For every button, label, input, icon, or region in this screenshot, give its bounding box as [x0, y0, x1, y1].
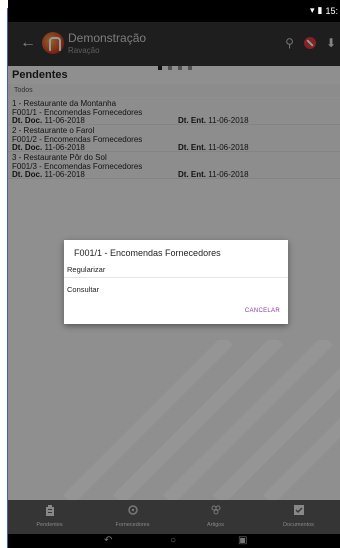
battery-icon: ▮ — [317, 5, 323, 15]
option-regularizar[interactable]: Regularizar — [67, 265, 105, 274]
cancel-button[interactable]: CANCELAR — [245, 308, 280, 314]
option-consultar[interactable]: Consultar — [67, 285, 99, 294]
nav-label: Fornecedores — [115, 522, 150, 528]
wifi-icon: ▾ — [310, 5, 315, 15]
dialog-title: F001/1 - Encomendas Fornecedores — [74, 248, 221, 258]
action-dialog: F001/1 - Encomendas Fornecedores Regular… — [64, 240, 288, 324]
nav-label: Documentos — [283, 522, 314, 528]
system-home-icon[interactable]: ○ — [170, 535, 176, 546]
nav-artigos[interactable]: Artigos — [174, 500, 257, 534]
boxes-icon — [211, 505, 220, 515]
system-back-icon[interactable]: ↶ — [104, 535, 112, 546]
system-navigation-bar: ↶ ○ ▣ — [8, 534, 340, 548]
status-time: 15: — [325, 5, 338, 16]
app-frame: ▾ ▮ 15: ← Demonstração Ravação ⚲ ⬇ Pende… — [8, 0, 340, 548]
status-bar: ▾ ▮ 15: — [8, 0, 340, 22]
system-recents-icon[interactable]: ▣ — [238, 535, 247, 546]
bottom-navigation: Pendentes Fornecedores Artigos Documento… — [8, 500, 340, 534]
left-edge — [0, 0, 8, 548]
check-doc-icon — [293, 505, 304, 515]
nav-label: Artigos — [206, 522, 225, 528]
nav-documentos[interactable]: Documentos — [257, 500, 340, 534]
clipboard-icon — [45, 505, 54, 516]
background-watermark — [63, 340, 340, 500]
truck-icon — [127, 505, 138, 515]
nav-pendentes[interactable]: Pendentes — [8, 500, 91, 534]
dialog-divider — [64, 277, 288, 278]
nav-label: Pendentes — [36, 522, 63, 528]
nav-fornecedores[interactable]: Fornecedores — [91, 500, 174, 534]
